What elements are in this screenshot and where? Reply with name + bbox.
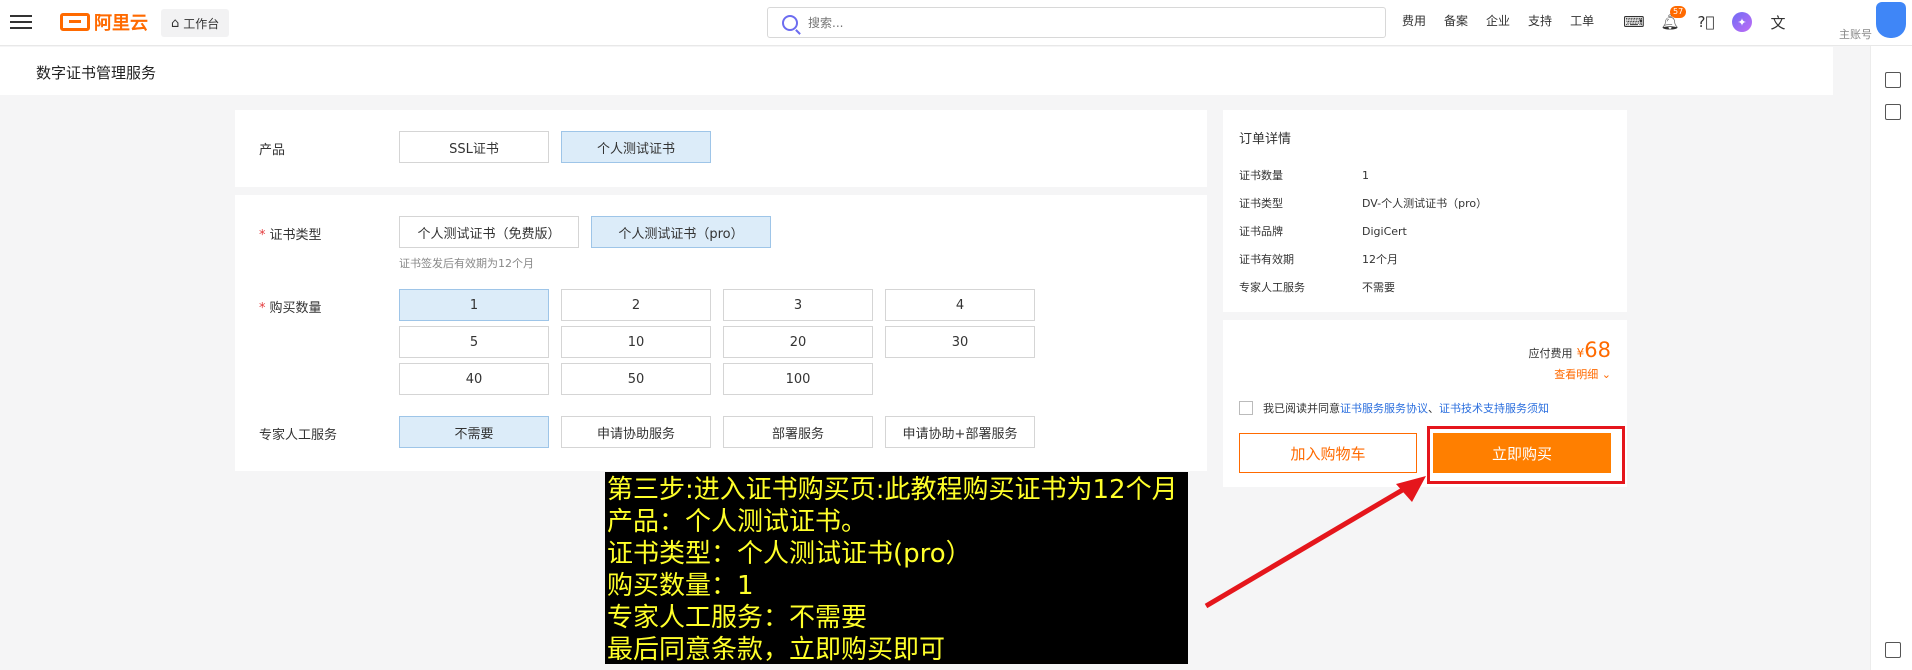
search-input[interactable] <box>808 15 1385 30</box>
nav-link-icp[interactable]: 备案 <box>1444 12 1468 29</box>
quantity-option[interactable]: 40 <box>399 363 549 395</box>
quantity-label: * 购买数量 <box>259 301 322 316</box>
agreement-row: 我已阅读并同意 证书服务服务协议、证书技术支持服务须知 <box>1239 400 1549 416</box>
quantity-option[interactable]: 2 <box>561 289 711 321</box>
agree-text: 我已阅读并同意 <box>1263 402 1340 415</box>
top-nav-links: 费用 备案 企业 支持 工单 <box>1402 12 1612 29</box>
logo-mark-icon <box>60 13 90 31</box>
agreement-link-support[interactable]: 证书技术支持服务须知 <box>1439 400 1549 416</box>
agree-separator: 、 <box>1428 402 1439 415</box>
quantity-option[interactable]: 100 <box>723 363 873 395</box>
expert-option-assist-deploy[interactable]: 申请协助+部署服务 <box>885 416 1035 448</box>
search-icon <box>782 14 798 31</box>
order-detail-panel: 订单详情 证书数量 1 证书类型 DV-个人测试证书（pro） 证书品牌 DigiCe… <box>1223 110 1627 312</box>
agree-checkbox[interactable] <box>1239 401 1253 415</box>
notification-badge: 57 <box>1670 6 1687 18</box>
note-line: 产品：个人测试证书。 <box>607 507 868 537</box>
quantity-option[interactable]: 10 <box>561 326 711 358</box>
quantity-option[interactable]: 50 <box>561 363 711 395</box>
help-icon[interactable]: ?⃝ <box>1694 10 1718 34</box>
expert-option-assist[interactable]: 申请协助服务 <box>561 416 711 448</box>
quantity-option[interactable]: 1 <box>399 289 549 321</box>
language-icon[interactable]: 文 <box>1766 10 1790 34</box>
view-detail-link[interactable]: 查看明细 ⌄ <box>1554 366 1611 382</box>
fee-summary: 应付费用 ¥68 <box>1528 338 1611 362</box>
quantity-option[interactable]: 3 <box>723 289 873 321</box>
add-to-cart-button[interactable]: 加入购物车 <box>1239 433 1417 473</box>
expert-option-none[interactable]: 不需要 <box>399 416 549 448</box>
logo-text: 阿里云 <box>94 13 148 34</box>
workbench-button[interactable]: ⌂ 工作台 <box>161 9 230 37</box>
order-row: 专家人工服务 不需要 <box>1239 281 1395 294</box>
page-header: 数字证书管理服务 <box>0 47 1833 95</box>
workbench-label: 工作台 <box>183 16 220 31</box>
nav-link-support[interactable]: 支持 <box>1528 12 1552 29</box>
cert-validity-hint: 证书签发后有效期为12个月 <box>399 257 534 270</box>
product-label: 产品 <box>259 143 286 158</box>
note-line: 第三步:进入证书购买页:此教程购买证书为12个月 <box>607 475 1178 505</box>
order-row: 证书有效期 12个月 <box>1239 253 1398 266</box>
menu-icon[interactable] <box>10 11 32 33</box>
cert-type-label: * 证书类型 <box>259 228 322 243</box>
price: 68 <box>1584 338 1611 362</box>
agreement-link-service[interactable]: 证书服务服务协议 <box>1340 400 1428 416</box>
order-row: 证书数量 1 <box>1239 169 1369 182</box>
page-title: 数字证书管理服务 <box>36 64 157 82</box>
expert-option-deploy[interactable]: 部署服务 <box>723 416 873 448</box>
order-row: 证书品牌 DigiCert <box>1239 225 1407 238</box>
account-menu[interactable]: 主账号 <box>1832 0 1912 46</box>
account-type-label: 主账号 <box>1839 28 1872 41</box>
product-panel: 产品 SSL证书 个人测试证书 <box>235 110 1207 187</box>
avatar[interactable] <box>1876 2 1906 38</box>
quantity-option[interactable]: 30 <box>885 326 1035 358</box>
bell-icon[interactable]: 🔔︎ 57 <box>1658 6 1687 34</box>
search-box[interactable] <box>767 7 1386 38</box>
order-row: 证书类型 DV-个人测试证书（pro） <box>1239 197 1488 210</box>
buy-button-highlight <box>1427 426 1625 484</box>
note-line: 最后同意条款，立即购买即可 <box>607 635 946 664</box>
cert-type-option-free[interactable]: 个人测试证书（免费版） <box>399 216 579 248</box>
cert-type-option-pro[interactable]: 个人测试证书（pro） <box>591 216 771 248</box>
quantity-option[interactable]: 4 <box>885 289 1035 321</box>
nav-link-enterprise[interactable]: 企业 <box>1486 12 1510 29</box>
chevron-down-icon: ⌄ <box>1601 368 1611 381</box>
right-tool-rail <box>1870 46 1912 670</box>
top-navigation-bar: 阿里云 ⌂ 工作台 费用 备案 企业 支持 工单 ⌨ 🔔︎57 ?⃝ ✦ 文 主… <box>0 0 1912 46</box>
note-line: 证书类型：个人测试证书(pro） <box>607 539 972 569</box>
quantity-option[interactable]: 5 <box>399 326 549 358</box>
note-line: 专家人工服务：不需要 <box>607 603 868 633</box>
tutorial-note: 第三步:进入证书购买页:此教程购买证书为12个月 产品：个人测试证书。 证书类型… <box>605 472 1188 664</box>
fee-label: 应付费用 <box>1528 347 1573 360</box>
feedback-icon[interactable] <box>1885 642 1901 658</box>
note-line: 购买数量：1 <box>607 571 754 601</box>
red-arrow-annotation <box>1204 476 1426 609</box>
aliyun-logo[interactable]: 阿里云 <box>60 10 148 34</box>
product-option-ssl[interactable]: SSL证书 <box>399 131 549 163</box>
quantity-option[interactable]: 20 <box>723 326 873 358</box>
config-panel: * 证书类型 个人测试证书（免费版） 个人测试证书（pro） 证书签发后有效期为1… <box>235 195 1207 471</box>
ai-assistant-icon[interactable]: ✦ <box>1730 10 1754 34</box>
expert-service-label: 专家人工服务 <box>259 428 338 443</box>
home-icon: ⌂ <box>171 15 180 31</box>
terminal-icon[interactable]: ⌨ <box>1622 10 1646 34</box>
nav-link-billing[interactable]: 费用 <box>1402 12 1426 29</box>
product-option-personal-test[interactable]: 个人测试证书 <box>561 131 711 163</box>
top-nav-icons: ⌨ 🔔︎ 57 ?⃝ ✦ 文 <box>1622 6 1802 34</box>
document-icon[interactable] <box>1885 104 1901 120</box>
order-detail-title: 订单详情 <box>1239 132 1292 147</box>
nav-link-ticket[interactable]: 工单 <box>1570 12 1594 29</box>
cube-icon[interactable] <box>1885 72 1901 88</box>
